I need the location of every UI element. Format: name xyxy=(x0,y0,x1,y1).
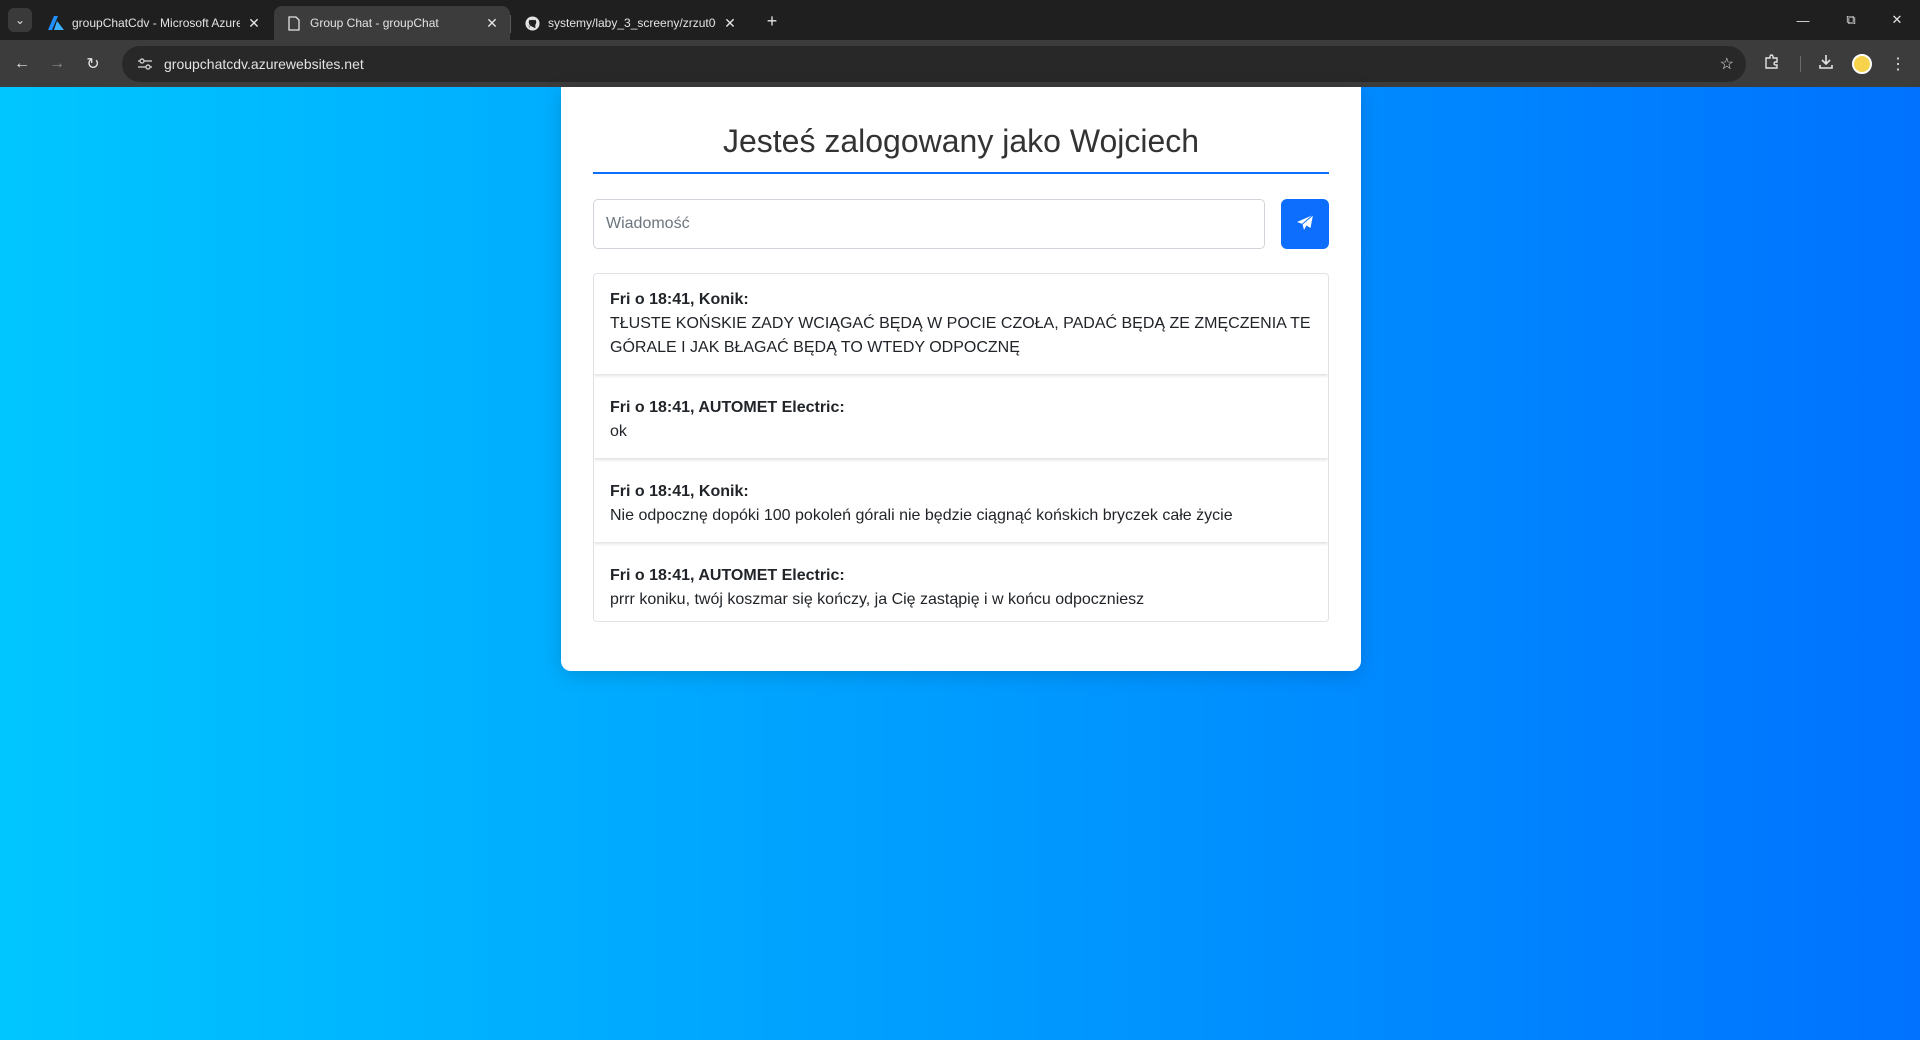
kebab-menu-icon: ⋮ xyxy=(1890,56,1906,73)
azure-icon xyxy=(48,15,64,31)
back-button[interactable]: ← xyxy=(8,50,36,78)
message-text: ok xyxy=(610,423,627,440)
tab-title: systemy/laby_3_screeny/zrzut0001 xyxy=(548,16,716,30)
url-text: groupchatcdv.azurewebsites.net xyxy=(164,56,364,72)
arrow-right-icon: → xyxy=(49,55,65,72)
page-icon xyxy=(286,15,302,31)
message-text: prrr koniku, twój koszmar się kończy, ja… xyxy=(610,591,1145,608)
message-meta: Fri o 18:41, Konik: xyxy=(610,483,749,500)
restore-button[interactable]: ⧉ xyxy=(1828,0,1874,40)
tab-search-button[interactable]: ⌄ xyxy=(8,8,32,32)
puzzle-icon xyxy=(1764,53,1780,75)
new-tab-button[interactable]: + xyxy=(760,9,784,33)
browser-tab-github[interactable]: systemy/laby_3_screeny/zrzut0001 ✕ xyxy=(512,6,748,40)
browser-tab-group-chat[interactable]: Group Chat - groupChat ✕ xyxy=(274,6,510,40)
message-input[interactable] xyxy=(593,199,1265,249)
chevron-down-icon: ⌄ xyxy=(14,13,26,27)
address-bar[interactable]: groupchatcdv.azurewebsites.net ☆ xyxy=(122,46,1746,82)
title-underline xyxy=(593,172,1329,174)
browser-toolbar: ← → ↻ groupchatcdv.azurewebsites.net ☆ ⋮ xyxy=(0,40,1920,87)
tab-title: groupChatCdv - Microsoft Azure xyxy=(72,16,240,30)
close-icon: ✕ xyxy=(1891,12,1903,27)
menu-button[interactable]: ⋮ xyxy=(1884,50,1912,78)
close-window-button[interactable]: ✕ xyxy=(1874,0,1920,40)
message-text: TŁUSTE KOŃSKIE ZADY WCIĄGAĆ BĘDĄ W POCIE… xyxy=(610,315,1311,356)
downloads-button[interactable] xyxy=(1812,50,1840,78)
message-meta: Fri o 18:41, AUTOMET Electric: xyxy=(610,567,845,584)
forward-button[interactable]: → xyxy=(43,50,71,78)
page-viewport: Jesteś zalogowany jako Wojciech Fri o 18… xyxy=(0,87,1920,1040)
close-icon[interactable]: ✕ xyxy=(722,15,738,31)
tab-separator xyxy=(510,15,511,33)
message-meta: Fri o 18:41, Konik: xyxy=(610,291,749,308)
browser-tab-azure[interactable]: groupChatCdv - Microsoft Azure ✕ xyxy=(36,6,272,40)
page-title: Jesteś zalogowany jako Wojciech xyxy=(722,123,1200,159)
arrow-left-icon: ← xyxy=(14,55,30,72)
reload-icon: ↻ xyxy=(86,56,100,73)
plus-icon: + xyxy=(766,10,778,31)
message-item: Fri o 18:41, Konik: Nie odpocznę dopóki … xyxy=(594,466,1328,542)
message-meta: Fri o 18:41, AUTOMET Electric: xyxy=(610,399,845,416)
site-settings-icon[interactable] xyxy=(128,58,162,70)
minimize-button[interactable]: — xyxy=(1780,0,1826,40)
message-item: Fri o 18:41, AUTOMET Electric: prrr koni… xyxy=(594,550,1328,621)
close-icon[interactable]: ✕ xyxy=(484,15,500,31)
close-icon[interactable]: ✕ xyxy=(246,15,262,31)
github-icon xyxy=(524,15,540,31)
bookmark-star-icon[interactable]: ☆ xyxy=(1720,54,1734,74)
minimize-icon: — xyxy=(1796,12,1810,28)
extensions-button[interactable] xyxy=(1758,50,1786,78)
message-text: Nie odpocznę dopóki 100 pokoleń górali n… xyxy=(610,507,1233,524)
browser-tabstrip: ⌄ groupChatCdv - Microsoft Azure ✕ Group… xyxy=(0,0,1920,40)
profile-avatar[interactable] xyxy=(1852,54,1872,74)
tab-title: Group Chat - groupChat xyxy=(310,16,439,30)
message-item: Fri o 18:41, Konik: TŁUSTE KOŃSKIE ZADY … xyxy=(594,274,1328,374)
toolbar-divider xyxy=(1800,56,1801,72)
chat-card: Jesteś zalogowany jako Wojciech Fri o 18… xyxy=(561,87,1361,671)
send-icon xyxy=(1296,214,1314,235)
restore-icon: ⧉ xyxy=(1846,12,1856,27)
download-icon xyxy=(1818,54,1834,75)
message-list[interactable]: Fri o 18:41, Konik: TŁUSTE KOŃSKIE ZADY … xyxy=(593,273,1329,622)
reload-button[interactable]: ↻ xyxy=(79,50,107,78)
message-item: Fri o 18:41, AUTOMET Electric: ok xyxy=(594,382,1328,458)
send-button[interactable] xyxy=(1281,199,1329,249)
